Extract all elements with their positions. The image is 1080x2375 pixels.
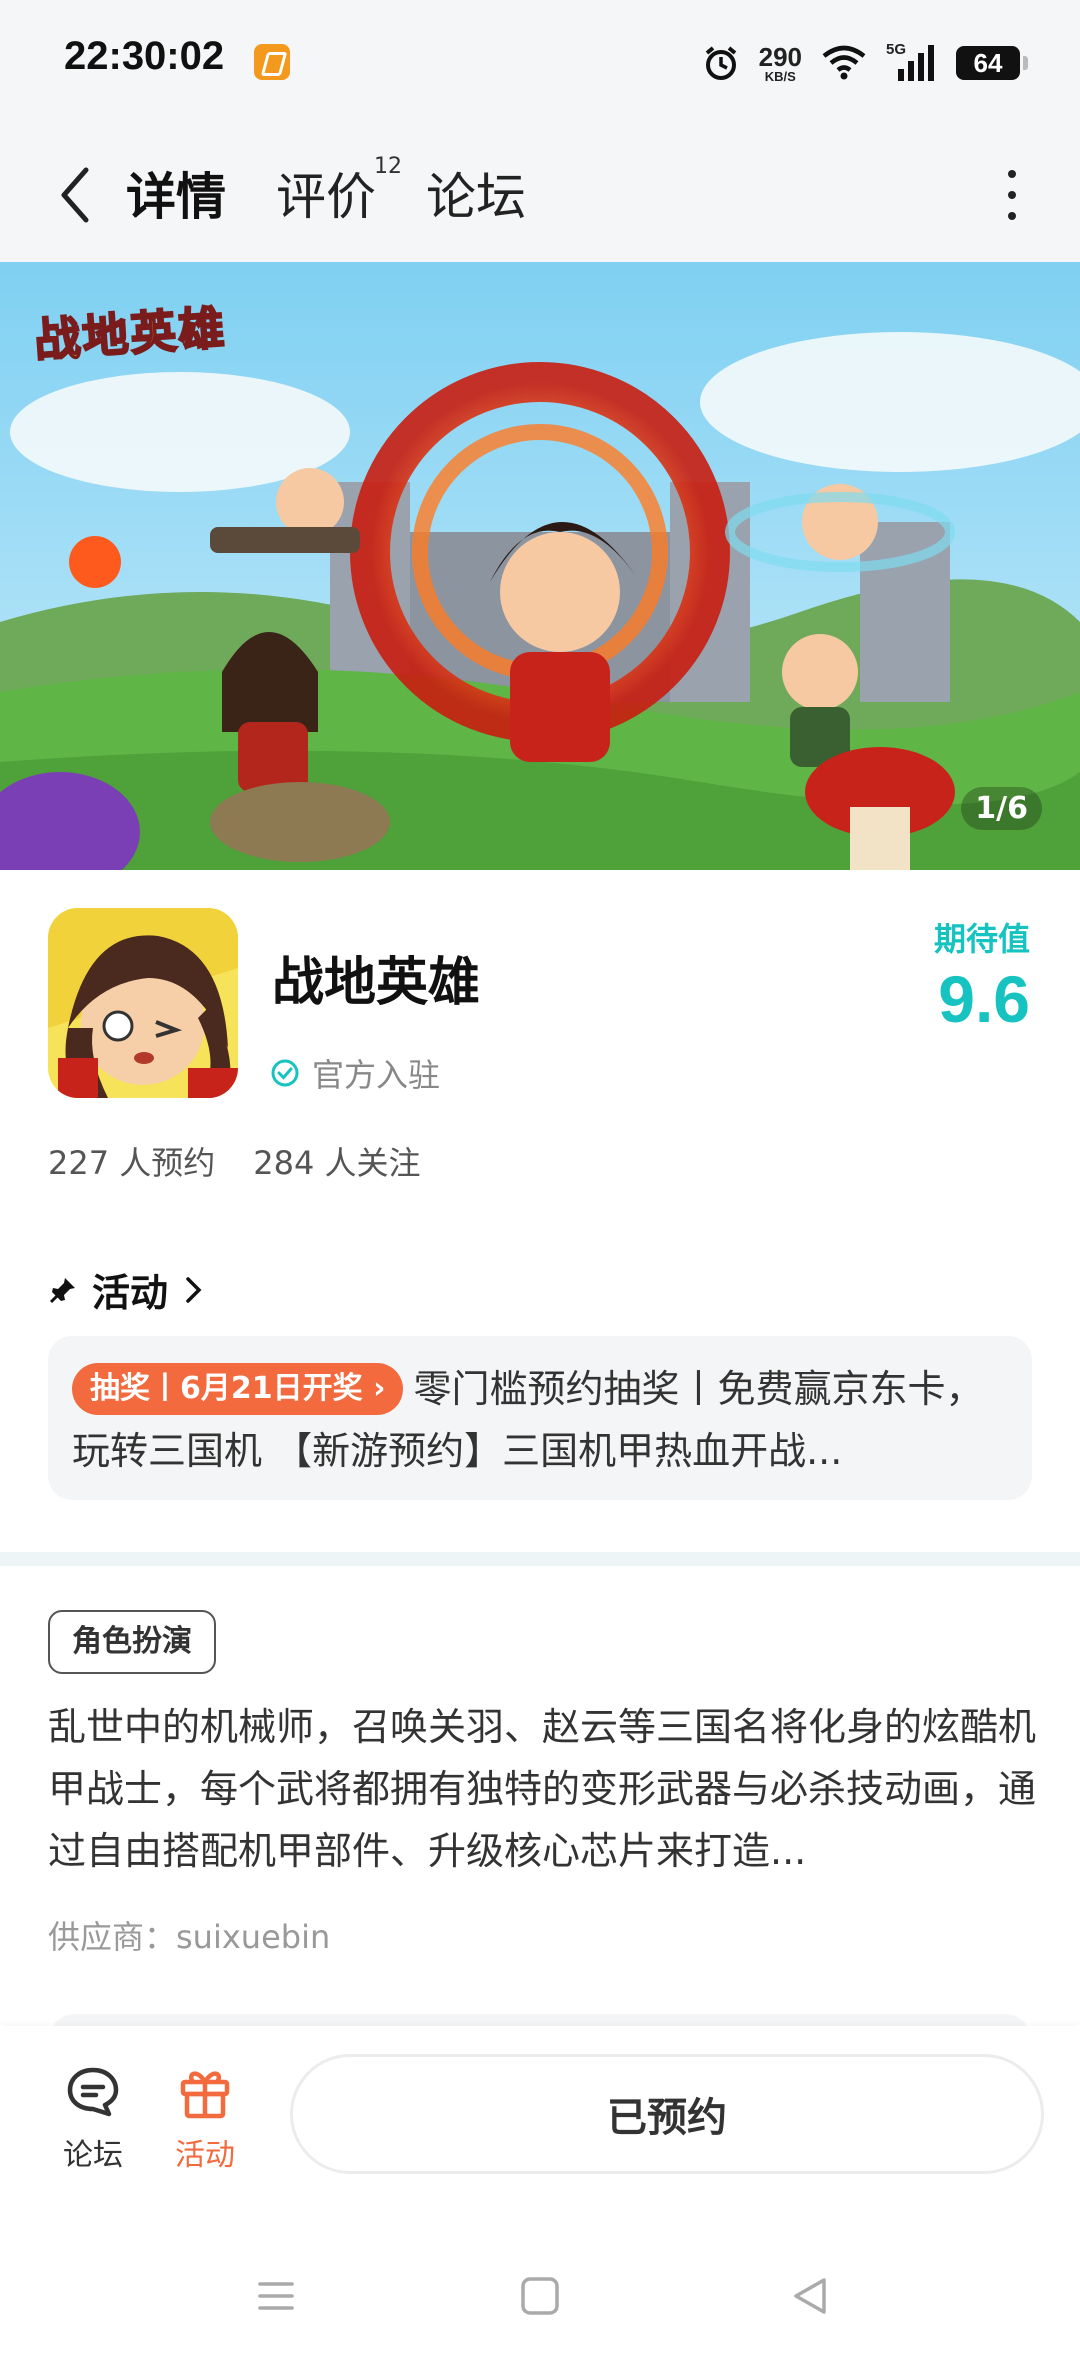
wifi-icon [822, 45, 866, 80]
genre-tag[interactable]: 角色扮演 [48, 1610, 216, 1674]
activity-heading: 活动 [92, 1271, 169, 1315]
review-count-badge: 12 [374, 154, 402, 179]
reserved-button[interactable]: 已预约 [290, 2054, 1044, 2174]
pin-icon [49, 1277, 75, 1303]
supplier-info: 供应商：suixuebin [48, 1918, 331, 1956]
forum-label: 论坛 [63, 2138, 123, 2173]
activity-header[interactable]: 活动 [48, 1262, 206, 1317]
tab-details[interactable]: 详情 [122, 156, 230, 230]
screenshot-carousel[interactable]: 战地英雄 1/6 [0, 262, 1080, 870]
signal-bars-icon [898, 45, 934, 81]
official-badge: 官方入驻 [270, 1050, 440, 1096]
verified-check-icon [271, 1059, 299, 1087]
official-label: 官方入驻 [312, 1056, 441, 1094]
cell-signal: 5G [886, 41, 938, 83]
game-stats: 227 人预约 284 人关注 [48, 1138, 421, 1184]
more-options-icon[interactable] [1004, 170, 1020, 220]
tab-forum[interactable]: 论坛 [426, 156, 526, 230]
activity-body: 抽奖丨6月21日开奖 › 零门槛预约抽奖丨免费赢京东卡，玩转三国机 【新游预约】三… [72, 1358, 1008, 1482]
top-nav: 详情 评价 12 论坛 [0, 128, 1080, 262]
net-speed-unit: KB/S [764, 68, 796, 84]
expectation-label: 期待值 [933, 920, 1030, 958]
status-bar: 22:30:02 290 KB/S 5G 64 [0, 0, 1080, 128]
section-divider [0, 1552, 1080, 1566]
activity-card[interactable]: 抽奖丨6月21日开奖 › 零门槛预约抽奖丨免费赢京东卡，玩转三国机 【新游预约】三… [48, 1336, 1032, 1500]
expectation-score: 期待值 9.6 [934, 914, 1030, 1032]
reservation-count: 227 人预约 [48, 1144, 216, 1182]
lottery-tag-label: 抽奖丨6月21日开奖 [90, 1371, 363, 1406]
status-time: 22:30:02 [64, 34, 225, 78]
chevron-right-icon [186, 1276, 202, 1303]
game-app-icon [48, 908, 238, 1098]
game-description[interactable]: 乱世中的机械师，召唤关羽、赵云等三国名将化身的炫酷机甲战士，每个武将都拥有独特的… [48, 1696, 1038, 1882]
more-dot [1008, 170, 1016, 178]
net-speed: 290 KB/S [759, 44, 802, 83]
lottery-tag[interactable]: 抽奖丨6月21日开奖 › [72, 1363, 404, 1415]
game-title: 战地英雄 [272, 953, 481, 1013]
forum-chat-icon [67, 2067, 119, 2117]
status-icons: 290 KB/S 5G 64 [701, 38, 1028, 88]
gift-icon [180, 2071, 230, 2119]
system-nav-bar [0, 2216, 1080, 2375]
tab-details-label: 详情 [126, 168, 226, 226]
activity-button[interactable]: 活动 [160, 2062, 250, 2174]
forum-button[interactable]: 论坛 [48, 2062, 138, 2174]
lottery-chevron-icon: › [373, 1371, 386, 1406]
follower-count: 284 人关注 [253, 1144, 421, 1182]
net-speed-value: 290 [758, 41, 802, 72]
battery-indicator: 64 [956, 46, 1028, 80]
tab-reviews[interactable]: 评价 12 [276, 154, 402, 230]
game-logo: 战地英雄 [32, 299, 229, 368]
activity-label: 活动 [175, 2138, 235, 2173]
more-dot [1008, 191, 1016, 199]
more-dot [1008, 212, 1016, 220]
tab-bar: 详情 评价 12 论坛 [122, 154, 526, 230]
tab-reviews-label: 评价 [276, 168, 376, 226]
app-notification-icon [254, 44, 290, 80]
bottom-action-bar: 论坛 活动 已预约 [0, 2026, 1080, 2216]
carousel-page-indicator: 1/6 [961, 787, 1042, 830]
game-info-section: 战地英雄 官方入驻 期待值 9.6 227 人预约 284 人关注 活动 抽奖丨… [0, 870, 1080, 1552]
home-icon[interactable] [516, 2272, 564, 2320]
back-nav-icon[interactable] [786, 2272, 834, 2320]
menu-icon[interactable] [252, 2272, 300, 2320]
expectation-value: 9.6 [938, 962, 1030, 1036]
tab-forum-label: 论坛 [426, 168, 526, 226]
alarm-icon [705, 46, 736, 80]
back-arrow-icon[interactable] [50, 160, 100, 230]
